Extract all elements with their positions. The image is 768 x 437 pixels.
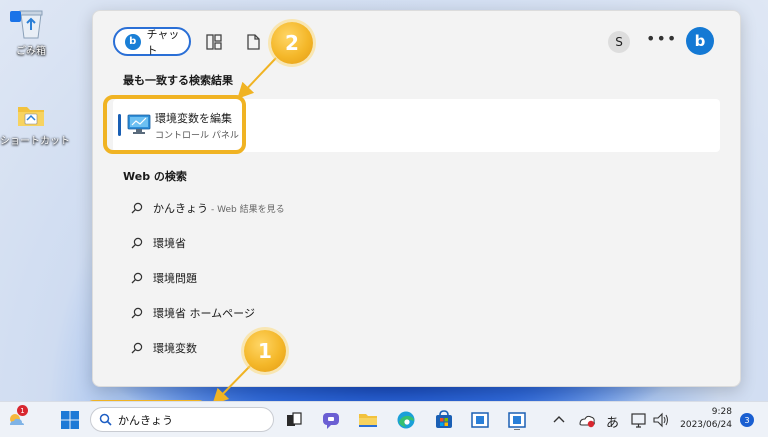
start-button-icon[interactable] xyxy=(60,410,80,430)
more-options-button[interactable]: ••• xyxy=(646,29,677,48)
search-icon xyxy=(131,307,143,319)
tab-apps-icon[interactable] xyxy=(205,33,223,51)
web-search-item-text: 環境省 ホームページ xyxy=(153,307,255,320)
best-match-heading: 最も一致する検索結果 xyxy=(123,74,233,87)
store-icon[interactable] xyxy=(434,410,454,430)
web-search-item-text: 環境省 xyxy=(153,237,186,250)
tab-documents-icon[interactable] xyxy=(244,33,262,51)
highlight-box-best-match xyxy=(103,95,246,154)
edge-browser-icon[interactable] xyxy=(396,410,416,430)
network-icon[interactable] xyxy=(630,410,648,430)
file-explorer-icon[interactable] xyxy=(358,410,378,430)
web-search-item-text: 環境変数 xyxy=(153,342,197,355)
web-search-item[interactable]: 環境省 xyxy=(131,234,186,252)
search-panel: b チャット S ••• b 最も一致する検索結果 環境変数を編集 コントロール… xyxy=(92,10,741,387)
app-window-icon[interactable] xyxy=(470,410,490,430)
recycle-bin-shortcut[interactable]: ごみ箱 xyxy=(0,6,62,57)
task-view-icon[interactable] xyxy=(284,410,304,430)
ime-mode-indicator[interactable]: あ xyxy=(606,412,619,431)
web-search-heading: Web の検索 xyxy=(123,170,187,183)
web-search-item-hint: - Web 結果を見る xyxy=(211,204,285,215)
taskbar-search-box[interactable] xyxy=(90,407,274,432)
notification-badge[interactable]: 3 xyxy=(740,413,754,427)
folder-icon xyxy=(18,107,44,126)
tab-chat[interactable]: b チャット xyxy=(113,27,191,57)
app-window-active-icon[interactable] xyxy=(507,410,527,430)
chevron-up-icon[interactable] xyxy=(552,410,566,430)
search-icon xyxy=(99,413,112,426)
search-icon xyxy=(131,272,143,284)
web-search-item[interactable]: 環境変数 xyxy=(131,339,197,357)
web-search-item[interactable]: かんきょう - Web 結果を見る xyxy=(131,199,285,217)
search-icon xyxy=(131,202,143,214)
web-search-item-text: 環境問題 xyxy=(153,272,197,285)
tab-chat-label: チャット xyxy=(146,27,180,57)
step-2-callout: 2 xyxy=(271,22,313,64)
volume-icon[interactable] xyxy=(652,410,670,430)
system-clock[interactable]: 9:28 2023/06/24 xyxy=(680,406,732,432)
web-search-item[interactable]: 環境省 ホームページ xyxy=(131,304,255,322)
user-avatar[interactable]: S xyxy=(608,31,630,53)
folder-shortcut-label: ショートカット xyxy=(0,136,70,147)
weather-alert-badge: 1 xyxy=(17,405,28,416)
web-search-item-text: かんきょう xyxy=(153,202,208,215)
clock-date: 2023/06/24 xyxy=(680,420,732,430)
taskbar: 1 かんきょう あ 9:28 2023/06/24 3 xyxy=(0,401,768,437)
step-1-callout: 1 xyxy=(244,330,286,372)
clock-time: 9:28 xyxy=(711,407,732,417)
selection-checkbox-icon xyxy=(10,11,21,22)
folder-shortcut[interactable]: ショートカット xyxy=(0,100,70,147)
search-icon xyxy=(131,237,143,249)
bing-logo-icon[interactable]: b xyxy=(686,27,714,55)
search-icon xyxy=(131,342,143,354)
search-input[interactable] xyxy=(118,413,258,426)
web-search-item[interactable]: 環境問題 xyxy=(131,269,197,287)
teams-chat-icon[interactable] xyxy=(321,410,341,430)
recycle-bin-label: ごみ箱 xyxy=(16,46,46,57)
onedrive-status-icon[interactable] xyxy=(578,410,596,430)
bing-chat-icon: b xyxy=(125,33,141,50)
